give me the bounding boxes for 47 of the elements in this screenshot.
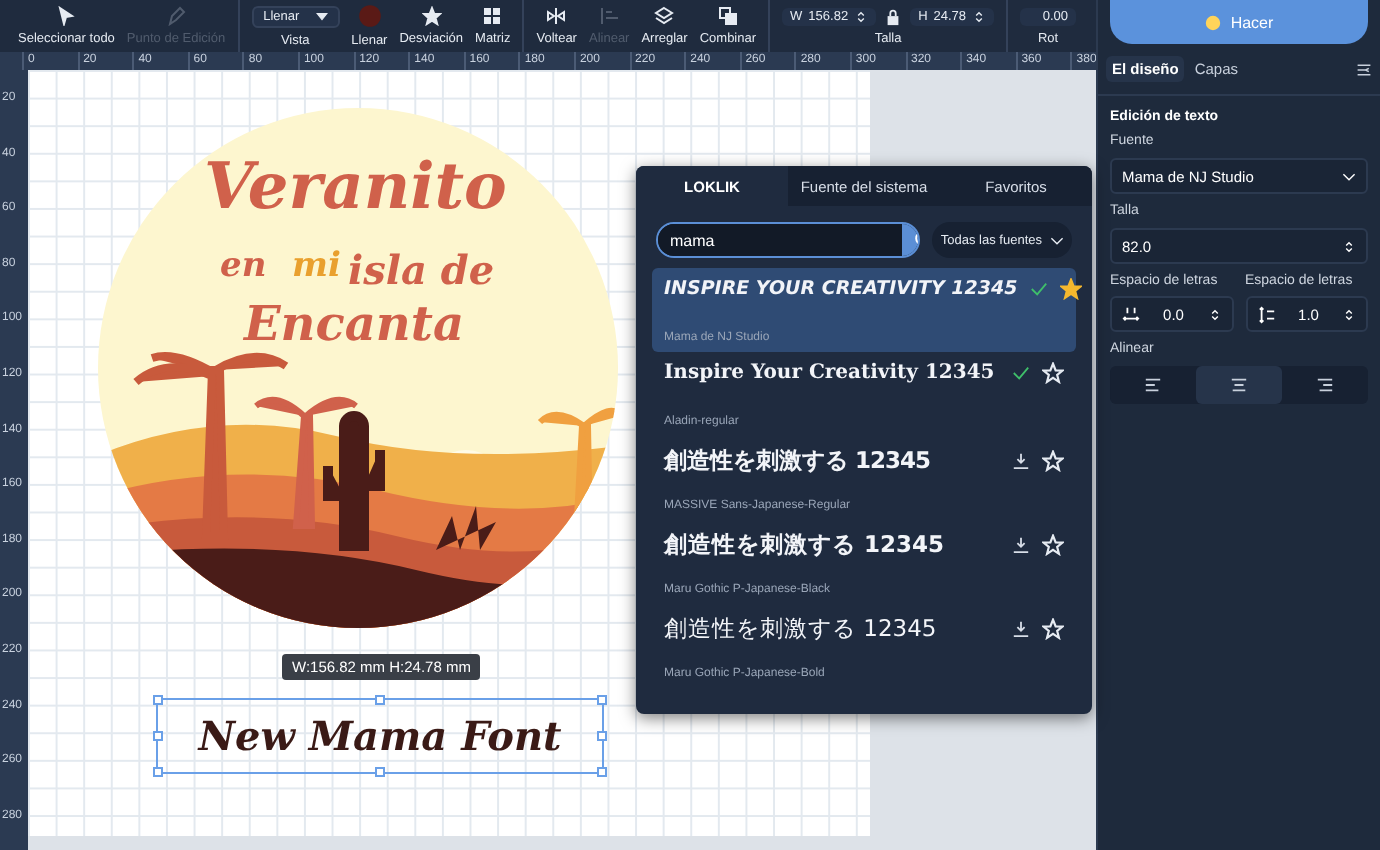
font-sample-text: INSPIRE YOUR CREATIVITY 12345	[664, 278, 1018, 300]
color-swatch-icon	[357, 4, 382, 28]
download-icon	[1012, 620, 1030, 638]
star-icon	[1042, 534, 1064, 556]
star-icon	[1042, 618, 1064, 640]
design-text: mi	[292, 250, 341, 284]
align-left-icon	[1144, 376, 1162, 394]
letter-spacing-icon	[1122, 305, 1140, 323]
star-icon	[1042, 450, 1064, 472]
design-text: en	[220, 250, 267, 284]
cursor-icon	[56, 6, 77, 26]
selected-text[interactable]: New Mama Font	[156, 698, 604, 774]
download-icon	[1012, 452, 1030, 470]
font-sample-text: Inspire Your Creativity 12345	[664, 362, 997, 384]
design-text: isla de	[348, 250, 495, 290]
font-sample-text: 創造性を刺激する 12345	[664, 530, 947, 560]
spinner-icon	[1207, 307, 1221, 321]
download-icon	[1012, 536, 1030, 554]
font-search-field[interactable]: mama	[656, 222, 921, 258]
align-right-icon	[1316, 376, 1334, 394]
pen-icon	[166, 6, 186, 26]
align-center-icon	[1230, 376, 1248, 394]
chevron-down-icon	[1050, 233, 1064, 247]
align-button[interactable]	[1196, 366, 1282, 404]
star-icon	[421, 6, 442, 26]
combine-icon	[717, 6, 738, 26]
check-icon	[1029, 280, 1048, 298]
collapse-icon	[1356, 61, 1372, 77]
lock-icon	[884, 7, 903, 25]
font-sample-text: 創造性を刺激する 12345	[664, 614, 939, 644]
design-text: Encanta	[244, 300, 464, 348]
star-icon	[1059, 278, 1082, 300]
layers-icon	[654, 6, 675, 26]
check-icon	[1012, 364, 1030, 382]
star-icon	[1042, 362, 1064, 384]
spinner-icon	[854, 9, 869, 23]
chevron-down-icon	[1342, 169, 1356, 183]
grid-icon	[482, 6, 503, 26]
spinner-icon	[1342, 307, 1356, 321]
line-spacing-icon	[1257, 305, 1275, 323]
flip-icon	[546, 6, 567, 26]
design-text: Veranito	[204, 154, 507, 218]
caret-icon	[315, 10, 328, 22]
spinner-icon	[1342, 239, 1356, 253]
font-sample-text: 創造性を刺激する 12345	[664, 446, 933, 476]
align-icon	[599, 6, 620, 26]
spinner-icon	[972, 9, 987, 23]
